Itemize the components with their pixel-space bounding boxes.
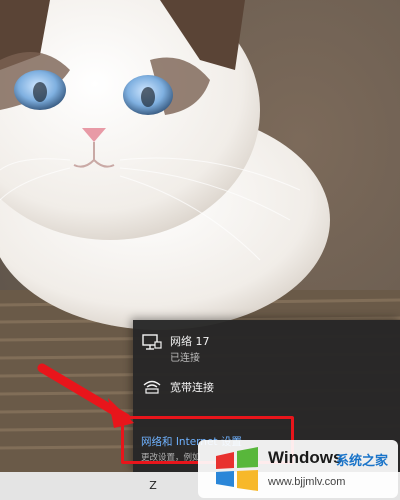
watermark-url: www.bjjmlv.com — [268, 476, 346, 488]
windows-logo-icon — [210, 446, 262, 496]
watermark-brand: Windows — [268, 448, 343, 467]
watermark-brand-cn: 系统之家 — [336, 454, 389, 469]
watermark: Windows 系统之家 www.bjjmlv.com — [198, 440, 398, 498]
